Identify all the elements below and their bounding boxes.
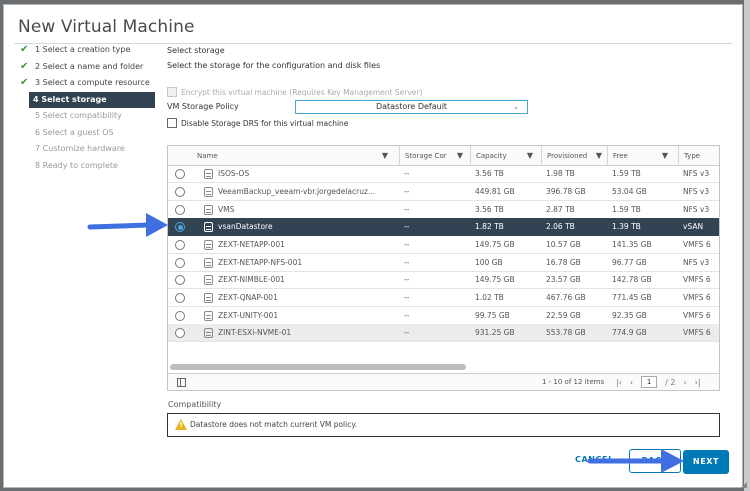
- step-label: 6 Select a guest OS: [35, 127, 114, 137]
- datastore-grid: Name ▼ Storage Cor ▼ Capacity ▼ Provisioned…: [167, 145, 720, 391]
- datastore-icon: [204, 293, 213, 303]
- step-label: 3 Select a compute resource: [35, 78, 150, 87]
- col-capacity[interactable]: Capacity ▼: [470, 146, 537, 166]
- pagination: |‹ ‹ 1 / 2 › ›|: [612, 376, 705, 388]
- compatibility-box: Datastore does not match current VM poli…: [167, 413, 720, 437]
- disable-drs-row: Disable Storage DRS for this virtual mac…: [167, 118, 348, 128]
- storage-policy-select[interactable]: Datastore Default ⌄: [295, 100, 528, 114]
- datastore-icon: [204, 187, 213, 197]
- cancel-button[interactable]: CANCEL: [575, 455, 614, 464]
- next-button[interactable]: NEXT: [683, 450, 729, 474]
- warning-icon: [175, 419, 187, 430]
- table-row-selected[interactable]: vsanDatastore -- 1.82 TB 2.06 TB 1.39 TB…: [168, 218, 719, 236]
- section-title: Select storage: [167, 46, 225, 55]
- datastore-icon: [204, 311, 213, 321]
- datastore-icon: [204, 328, 213, 338]
- datastore-icon: [204, 258, 213, 268]
- table-row[interactable]: ZEXT-UNITY-001 -- 99.75 GB 22.59 GB 92.3…: [168, 307, 719, 325]
- policy-label: VM Storage Policy: [167, 102, 239, 111]
- filter-icon[interactable]: ▼: [527, 146, 533, 166]
- col-free[interactable]: Free ▼: [607, 146, 672, 166]
- step-label: 1 Select a creation type: [35, 45, 131, 54]
- row-radio[interactable]: [175, 258, 185, 268]
- compatibility-label: Compatibility: [168, 400, 222, 409]
- table-row[interactable]: VeeamBackup_veeam-vbr.jorgedelacruz... -…: [168, 183, 719, 201]
- step-label: 2 Select a name and folder: [35, 61, 144, 71]
- page-input[interactable]: 1: [641, 376, 658, 388]
- table-row[interactable]: ZINT-ESXi-NVME-01 -- 931.25 GB 553.78 GB…: [168, 324, 719, 342]
- prev-page-icon[interactable]: ‹: [630, 378, 633, 387]
- filter-icon[interactable]: ▼: [457, 146, 463, 166]
- col-name[interactable]: Name ▼: [192, 146, 392, 166]
- table-row[interactable]: ISOS-OS -- 3.56 TB 1.98 TB 1.59 TB NFS v…: [168, 165, 719, 183]
- col-provisioned[interactable]: Provisioned ▼: [541, 146, 606, 166]
- step-5: 5 Select compatibility: [18, 108, 156, 125]
- col-storage-compat[interactable]: Storage Cor ▼: [399, 146, 467, 166]
- first-page-icon[interactable]: |‹: [616, 378, 622, 387]
- column-toggle-icon[interactable]: [177, 378, 186, 387]
- datastore-icon: [204, 240, 213, 250]
- table-row[interactable]: VMS -- 3.56 TB 2.87 TB 1.59 TB NFS v3: [168, 201, 719, 219]
- resize-handle-icon[interactable]: ◢: [741, 480, 747, 489]
- items-count: 1 - 10 of 12 items: [542, 378, 605, 386]
- chevron-down-icon: ⌄: [513, 103, 519, 111]
- row-radio[interactable]: [175, 275, 185, 285]
- encrypt-label: Encrypt this virtual machine (Requires K…: [181, 87, 423, 97]
- row-radio[interactable]: [175, 328, 185, 338]
- row-radio[interactable]: [175, 222, 185, 232]
- datastore-icon: [204, 169, 213, 179]
- row-radio[interactable]: [175, 240, 185, 250]
- policy-value: Datastore Default: [375, 102, 448, 111]
- grid-footer: 1 - 10 of 12 items |‹ ‹ 1 / 2 › ›|: [168, 373, 719, 390]
- datastore-icon: [204, 275, 213, 285]
- step-8: 8 Ready to complete: [18, 158, 156, 175]
- step-label: 8 Ready to complete: [35, 160, 118, 170]
- check-icon: ✔: [20, 60, 29, 72]
- step-4[interactable]: 4 Select storage: [29, 91, 155, 108]
- col-type[interactable]: Type: [678, 146, 719, 166]
- filter-icon[interactable]: ▼: [382, 146, 388, 166]
- page-total: / 2: [665, 377, 676, 387]
- check-icon: ✔: [20, 44, 29, 55]
- filter-icon[interactable]: ▼: [662, 146, 668, 166]
- dialog-title: New Virtual Machine: [18, 17, 195, 37]
- disable-drs-label: Disable Storage DRS for this virtual mac…: [181, 118, 349, 128]
- step-7: 7 Customize hardware: [18, 141, 156, 158]
- step-label: 5 Select compatibility: [35, 111, 122, 120]
- step-label: 4 Select storage: [33, 94, 107, 104]
- table-row[interactable]: ZEXT-QNAP-001 -- 1.02 TB 467.76 GB 771.4…: [168, 289, 719, 307]
- step-6: 6 Select a guest OS: [18, 125, 156, 142]
- grid-header: Name ▼ Storage Cor ▼ Capacity ▼ Provisioned…: [168, 146, 719, 166]
- table-row[interactable]: ZEXT-NETAPP-NFS-001 -- 100 GB 16.78 GB 9…: [168, 254, 719, 272]
- row-radio[interactable]: [175, 169, 185, 179]
- row-radio[interactable]: [175, 187, 185, 197]
- encrypt-checkbox[interactable]: [167, 87, 177, 97]
- table-row[interactable]: ZEXT-NETAPP-001 -- 149.75 GB 10.57 GB 14…: [168, 236, 719, 254]
- step-label: 7 Customize hardware: [35, 144, 125, 153]
- compatibility-message: Datastore does not match current VM poli…: [190, 420, 358, 429]
- next-page-icon[interactable]: ›: [683, 378, 686, 387]
- row-radio[interactable]: [175, 293, 185, 303]
- check-icon: ✔: [20, 77, 29, 88]
- encrypt-row: Encrypt this virtual machine (Requires K…: [167, 87, 422, 97]
- wizard-steps: ✔ 1 Select a creation type ✔ 2 Select a na…: [18, 42, 156, 174]
- filter-icon[interactable]: ▼: [596, 146, 602, 166]
- section-subtitle: Select the storage for the configuration…: [167, 61, 381, 70]
- horizontal-scrollbar[interactable]: [170, 364, 466, 370]
- step-3[interactable]: ✔ 3 Select a compute resource: [18, 75, 156, 92]
- table-row[interactable]: ZEXT-NIMBLE-001 -- 149.75 GB 23.57 GB 14…: [168, 271, 719, 289]
- step-1[interactable]: ✔ 1 Select a creation type: [18, 42, 156, 59]
- background-strip: [744, 0, 750, 491]
- row-radio[interactable]: [175, 205, 185, 215]
- step-2[interactable]: ✔ 2 Select a name and folder: [18, 59, 156, 76]
- back-button[interactable]: BACK: [629, 449, 681, 473]
- last-page-icon[interactable]: ›|: [695, 378, 701, 387]
- row-radio[interactable]: [175, 311, 185, 321]
- disable-drs-checkbox[interactable]: [167, 118, 177, 128]
- datastore-icon: [204, 222, 213, 232]
- datastore-icon: [204, 205, 213, 215]
